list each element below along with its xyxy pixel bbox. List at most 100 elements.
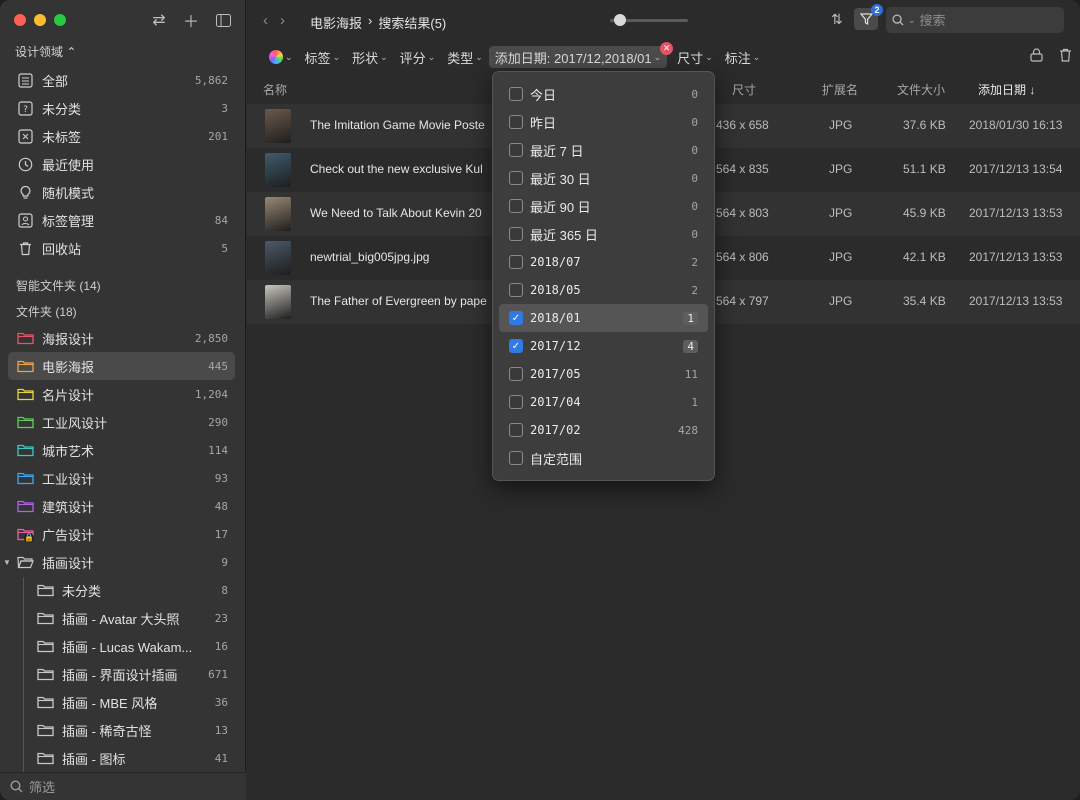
sidebar-subfolder[interactable]: 插画 - Lucas Wakam... 16 <box>8 632 235 660</box>
checkbox[interactable] <box>509 423 523 437</box>
sidebar-folder[interactable]: 海报设计 2,850 <box>8 324 235 352</box>
date-option-count: 0 <box>691 199 698 213</box>
type-filter[interactable]: 类型 ⌄ <box>441 46 489 68</box>
date-added-filter[interactable]: 添加日期: 2017/12,2018/01 ⌄ ✕ <box>488 42 674 68</box>
date-option[interactable]: 今日 0 <box>499 80 708 108</box>
column-name[interactable]: 名称 <box>263 81 287 98</box>
trash-icon[interactable] <box>1059 48 1072 65</box>
date-option[interactable]: 昨日 0 <box>499 108 708 136</box>
sidebar-folder[interactable]: 工业风设计 290 <box>8 408 235 436</box>
rating-filter[interactable]: 评分 ⌄ <box>394 46 442 68</box>
checkbox[interactable] <box>509 451 523 465</box>
checkbox[interactable] <box>509 199 523 213</box>
sidebar-folder[interactable]: 建筑设计 48 <box>8 492 235 520</box>
date-option[interactable]: 2018/07 2 <box>499 248 708 276</box>
checkbox[interactable] <box>509 395 523 409</box>
checkbox[interactable] <box>509 367 523 381</box>
date-option[interactable]: 自定范围 <box>499 444 708 472</box>
date-option[interactable]: 最近 365 日 0 <box>499 220 708 248</box>
smart-folders-header[interactable]: 智能文件夹 (14) <box>8 272 235 298</box>
sidebar-subfolder[interactable]: 插画 - MBE 风格 36 <box>8 688 235 716</box>
date-option-label: 2017/12 <box>530 339 581 353</box>
disclosure-arrow-icon[interactable]: ▼ <box>3 558 11 567</box>
column-size[interactable]: 尺寸 <box>732 81 756 98</box>
date-option-label: 最近 365 日 <box>530 227 598 243</box>
date-option[interactable]: 2017/05 11 <box>499 360 708 388</box>
checkbox[interactable] <box>509 227 523 241</box>
checkbox[interactable] <box>509 143 523 157</box>
sidebar-subfolder[interactable]: 插画 - 图标 41 <box>8 744 235 772</box>
chevron-down-icon[interactable]: ⌄ <box>908 15 916 26</box>
date-option-label: 昨日 <box>530 115 557 131</box>
date-option[interactable]: 2017/04 1 <box>499 388 708 416</box>
date-option[interactable]: ✓ 2017/12 4 <box>499 332 708 360</box>
checkbox[interactable] <box>509 87 523 101</box>
window-controls <box>14 14 66 26</box>
date-option[interactable]: 最近 90 日 0 <box>499 192 708 220</box>
sidebar-filter-bar[interactable]: 筛选 <box>0 772 246 800</box>
column-date-added[interactable]: 添加日期 ↓ <box>978 81 1035 98</box>
lightbulb-icon <box>16 183 34 201</box>
search-box[interactable]: ⌄ <box>886 7 1064 33</box>
sidebar-subfolder[interactable]: 插画 - 稀奇古怪 13 <box>8 716 235 744</box>
date-option-label: 最近 7 日 <box>530 143 584 159</box>
date-option[interactable]: 2017/02 428 <box>499 416 708 444</box>
svg-text:?: ? <box>23 105 28 115</box>
date-option[interactable]: 最近 30 日 0 <box>499 164 708 192</box>
sidebar-folder[interactable]: 名片设计 1,204 <box>8 380 235 408</box>
sidebar-subfolder[interactable]: 未分类 8 <box>8 576 235 604</box>
checkbox[interactable] <box>509 283 523 297</box>
sidebar-folder[interactable]: ▼ 插画设计 9 <box>3 548 235 576</box>
checkbox[interactable]: ✓ <box>509 311 523 325</box>
slider-knob[interactable] <box>614 14 626 26</box>
sidebar-item[interactable]: 最近使用 <box>8 150 235 178</box>
sidebar-filter-input[interactable]: 筛选 <box>29 777 55 796</box>
thumbnail-size-slider[interactable] <box>610 14 688 26</box>
forward-icon[interactable]: › <box>280 12 285 29</box>
library-scope-selector[interactable]: 设计领域 ⌃ <box>15 43 76 60</box>
column-filesize[interactable]: 文件大小 <box>897 81 945 98</box>
zoom-window-button[interactable] <box>54 14 66 26</box>
search-input[interactable] <box>919 12 1040 28</box>
date-option[interactable]: 2018/05 2 <box>499 276 708 304</box>
column-extension[interactable]: 扩展名 <box>822 81 858 98</box>
clock-icon <box>16 155 34 173</box>
sidebar-folder[interactable]: 城市艺术 114 <box>8 436 235 464</box>
swap-icon[interactable]: ⇄ <box>151 10 167 30</box>
sidebar-folder[interactable]: 工业设计 93 <box>8 464 235 492</box>
date-option[interactable]: ✓ 2018/01 1 <box>499 304 708 332</box>
sidebar-subfolder[interactable]: 插画 - 界面设计插画 671 <box>8 660 235 688</box>
back-icon[interactable]: ‹ <box>263 12 268 29</box>
color-filter[interactable]: ⌄ <box>263 46 299 68</box>
sidebar-item[interactable]: 标签管理 84 <box>8 206 235 234</box>
date-option[interactable]: 最近 7 日 0 <box>499 136 708 164</box>
sidebar-item[interactable]: 随机模式 <box>8 178 235 206</box>
shape-filter[interactable]: 形状 ⌄ <box>346 46 394 68</box>
sidebar-subfolder[interactable]: 插画 - Avatar 大头照 23 <box>8 604 235 632</box>
tags-filter[interactable]: 标签 ⌄ <box>299 46 347 68</box>
sidebar-folder[interactable]: 电影海报 445 <box>8 352 235 380</box>
breadcrumb-folder[interactable]: 电影海报 <box>310 13 362 32</box>
subfolder-label: 插画 - 图标 <box>62 751 126 767</box>
checkbox[interactable] <box>509 171 523 185</box>
folders-header[interactable]: 文件夹 (18) <box>8 298 235 324</box>
sidebar-item[interactable]: 未标签 201 <box>8 122 235 150</box>
sort-icon[interactable]: ⇅ <box>831 11 843 28</box>
sidebar-item[interactable]: 全部 5,862 <box>8 66 235 94</box>
lock-icon[interactable] <box>1030 48 1043 65</box>
filter-bar-actions <box>1030 48 1072 65</box>
add-icon[interactable]: ＋ <box>183 10 199 31</box>
untagged-icon <box>16 127 34 145</box>
size-filter[interactable]: 尺寸 ⌄ <box>671 46 719 68</box>
close-window-button[interactable] <box>14 14 26 26</box>
checkbox[interactable] <box>509 255 523 269</box>
checkbox[interactable] <box>509 115 523 129</box>
checkbox[interactable]: ✓ <box>509 339 523 353</box>
sidebar-folder[interactable]: 🔒 广告设计 17 <box>8 520 235 548</box>
minimize-window-button[interactable] <box>34 14 46 26</box>
sidebar-toggle-icon[interactable] <box>215 10 231 30</box>
filter-button[interactable]: 2 <box>854 4 883 30</box>
sidebar-item[interactable]: 回收站 5 <box>8 234 235 262</box>
annotation-filter[interactable]: 标注 ⌄ <box>719 46 767 68</box>
sidebar-item[interactable]: ? 未分类 3 <box>8 94 235 122</box>
